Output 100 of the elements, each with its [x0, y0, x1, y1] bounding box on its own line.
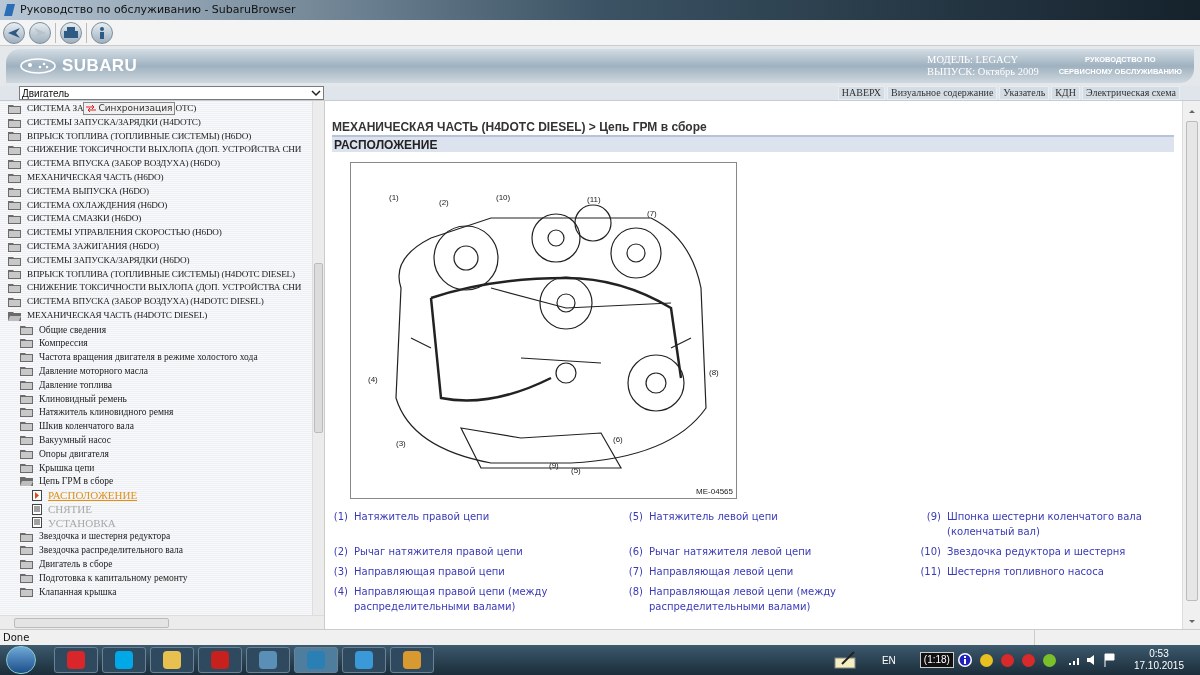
battery-timer[interactable]: (1:18): [919, 652, 954, 668]
info-button[interactable]: [91, 21, 113, 44]
legend-text: Шестерня топливного насоса: [947, 565, 1105, 579]
callout-label: (5): [571, 466, 581, 475]
pen-tablet-icon[interactable]: [833, 650, 858, 670]
tree-item[interactable]: Опоры двигателя: [39, 446, 109, 461]
vertical-scrollbar[interactable]: [312, 101, 324, 615]
clock-time[interactable]: 0:53: [1149, 648, 1169, 660]
vertical-scrollbar[interactable]: [1182, 101, 1200, 629]
tooltip: Синхронизация: [83, 102, 176, 116]
scroll-thumb[interactable]: [1185, 121, 1198, 601]
nav-tab[interactable]: КДН: [1051, 86, 1080, 100]
tree-item[interactable]: Вакуумный насос: [39, 432, 112, 448]
tree-item[interactable]: СИСТЕМЫ ЗАПУСКА/ЗАРЯДКИ (H4DOTC): [27, 115, 201, 130]
tree-item[interactable]: СИСТЕМА ЗА: [27, 102, 84, 116]
tree-item[interactable]: ВПРЫСК ТОПЛИВА (ТОПЛИВНЫЕ СИСТЕМЫ) (H4DOTC DIESEL): [27, 267, 295, 282]
back-button[interactable]: [3, 21, 25, 44]
tree-item[interactable]: Шкив коленчатого вала: [39, 419, 134, 434]
tree-item[interactable]: ВПРЫСК ТОПЛИВА (ТОПЛИВНЫЕ СИСТЕМЫ) (H6DO): [27, 129, 251, 144]
taskbar-app-icon[interactable]: [246, 647, 290, 673]
tree-item[interactable]: Давление моторного масла: [39, 363, 148, 379]
legend-number: (1): [332, 510, 349, 524]
tree-item[interactable]: Двигатель в сборе: [39, 557, 113, 572]
forward-button[interactable]: [29, 21, 51, 44]
legend-number: (3): [332, 565, 349, 579]
tree-item[interactable]: СИСТЕМА ЗАЖИГАНИЯ (H6DO): [27, 239, 159, 254]
tree-item[interactable]: СНИЖЕНИЕ ТОКСИЧНОСТИ ВЫХЛОПА (ДОП. УСТРОЙСТВА СНИ: [27, 281, 302, 296]
taskbar-app-icon[interactable]: [198, 647, 242, 673]
app-icon: [4, 3, 16, 17]
subaru-logo-icon: [20, 58, 56, 74]
nav-tab[interactable]: Визуальное содержание: [887, 86, 998, 100]
tree-item[interactable]: Давление топлива: [39, 377, 113, 392]
tree-item[interactable]: Цепь ГРМ в сборе: [39, 474, 114, 489]
legend-text: Направляющая правой цепи: [354, 565, 506, 579]
section-dropdown[interactable]: Двигатель: [19, 86, 324, 100]
scroll-thumb[interactable]: [314, 263, 323, 433]
legend-number: (5): [627, 510, 644, 524]
taskbar-app-icon[interactable]: [102, 647, 146, 673]
taskbar-app-icon[interactable]: [150, 647, 194, 673]
tree-item[interactable]: Клиновидный ремень: [39, 391, 127, 406]
tree-item[interactable]: Компрессия: [39, 336, 88, 351]
tree-item-end[interactable]: ОТС): [175, 102, 197, 116]
tree-item[interactable]: СИСТЕМА ВЫПУСКА (H6DO): [27, 184, 149, 199]
breadcrumb: МЕХАНИЧЕСКАЯ ЧАСТЬ (H4DOTC DIESEL) > Цепь ГРМ в сборе: [332, 119, 708, 134]
tree-item[interactable]: СИСТЕМЫ УПРАВЛЕНИЯ СКОРОСТЬЮ (H6DO): [27, 226, 222, 240]
tray-icon[interactable]: [979, 653, 993, 667]
sync-icon: [86, 105, 97, 113]
scroll-up-icon[interactable]: [1187, 107, 1196, 115]
legend-text: Рычаг натяжителя правой цепи: [354, 545, 524, 559]
callout-label: (6): [613, 435, 623, 444]
callout-label: (11): [587, 195, 601, 204]
info-icon[interactable]: [957, 653, 972, 667]
tree-item[interactable]: СИСТЕМА ВПУСКА (ЗАБОР ВОЗДУХА) (H4DOTC DIESEL): [27, 295, 264, 309]
taskbar-app-icon[interactable]: [54, 647, 98, 673]
legend-text: Натяжитель левой цепи: [649, 510, 779, 524]
tree-item[interactable]: Общие сведения: [39, 322, 106, 337]
scroll-down-icon[interactable]: [1187, 618, 1196, 626]
callout-label: (9): [549, 461, 559, 470]
scroll-thumb[interactable]: [14, 617, 169, 628]
start-button[interactable]: [6, 646, 36, 674]
tree-item[interactable]: СИСТЕМА ОХЛАЖДЕНИЯ (H6DO): [27, 198, 168, 213]
nav-tab[interactable]: Электрическая схема: [1081, 86, 1180, 100]
horizontal-scrollbar[interactable]: [0, 615, 324, 629]
callout-label: (2): [439, 198, 449, 207]
tree-item[interactable]: СИСТЕМЫ ЗАПУСКА/ЗАРЯДКИ (H6DO): [27, 253, 190, 268]
tree-item[interactable]: Клапанная крышка: [39, 584, 117, 599]
taskbar-app-icon[interactable]: [390, 647, 434, 673]
callout-label: (8): [709, 368, 719, 377]
document-icon: [32, 503, 42, 515]
tree-item[interactable]: Частота вращения двигателя в режиме холостого хода: [39, 350, 258, 365]
legend-text: Звездочка редуктора и шестерня: [947, 545, 1127, 559]
nav-tab[interactable]: НАВЕРХ: [837, 86, 886, 100]
flag-icon[interactable]: [1103, 653, 1116, 667]
back-icon: [8, 27, 20, 38]
print-button[interactable]: [60, 21, 82, 44]
tree-item[interactable]: МЕХАНИЧЕСКАЯ ЧАСТЬ (H6DO): [27, 171, 164, 185]
model-label: МОДЕЛЬ: LEGACY: [927, 54, 1020, 66]
tree-item[interactable]: Натяжитель клиновидного ремня: [39, 405, 174, 420]
section-heading: РАСПОЛОЖЕНИЕ: [332, 135, 1174, 152]
tree-item[interactable]: МЕХАНИЧЕСКАЯ ЧАСТЬ (H4DOTC DIESEL): [27, 308, 208, 323]
tray-icon[interactable]: [1042, 653, 1056, 667]
language-indicator[interactable]: EN: [881, 652, 896, 668]
callout-label: (7): [647, 209, 657, 218]
document-icon: [32, 517, 42, 529]
legend-text: Рычаг натяжителя левой цепи: [649, 545, 813, 559]
clock-date[interactable]: 17.10.2015: [1133, 660, 1184, 672]
callout-label: (1): [389, 193, 399, 202]
tree-item[interactable]: Звездочка и шестерня редуктора: [39, 529, 171, 544]
legend-text: Направляющая левой цепи: [649, 565, 795, 579]
nav-tab[interactable]: Указатель: [999, 86, 1050, 100]
tree-item[interactable]: СИСТЕМА СМАЗКИ (H6DO): [27, 212, 141, 227]
tree-item[interactable]: Подготовка к капитальному ремонту: [39, 570, 188, 586]
taskbar-app-icon[interactable]: [342, 647, 386, 673]
tree-item[interactable]: Звездочка распределительного вала: [39, 543, 183, 558]
legend-number: (4): [332, 585, 349, 599]
tree-item[interactable]: СИСТЕМА ВПУСКА (ЗАБОР ВОЗДУХА) (H6DO): [27, 157, 220, 171]
window-title: Руководство по обслуживанию - SubaruBrowser: [20, 1, 296, 18]
tree-item[interactable]: Крышка цепи: [39, 460, 95, 475]
legend-text: Направляющая левой цепи (между распределительными валами): [649, 585, 837, 614]
tree-item[interactable]: СНИЖЕНИЕ ТОКСИЧНОСТИ ВЫХЛОПА (ДОП. УСТРОЙСТВА СНИ: [27, 143, 302, 158]
